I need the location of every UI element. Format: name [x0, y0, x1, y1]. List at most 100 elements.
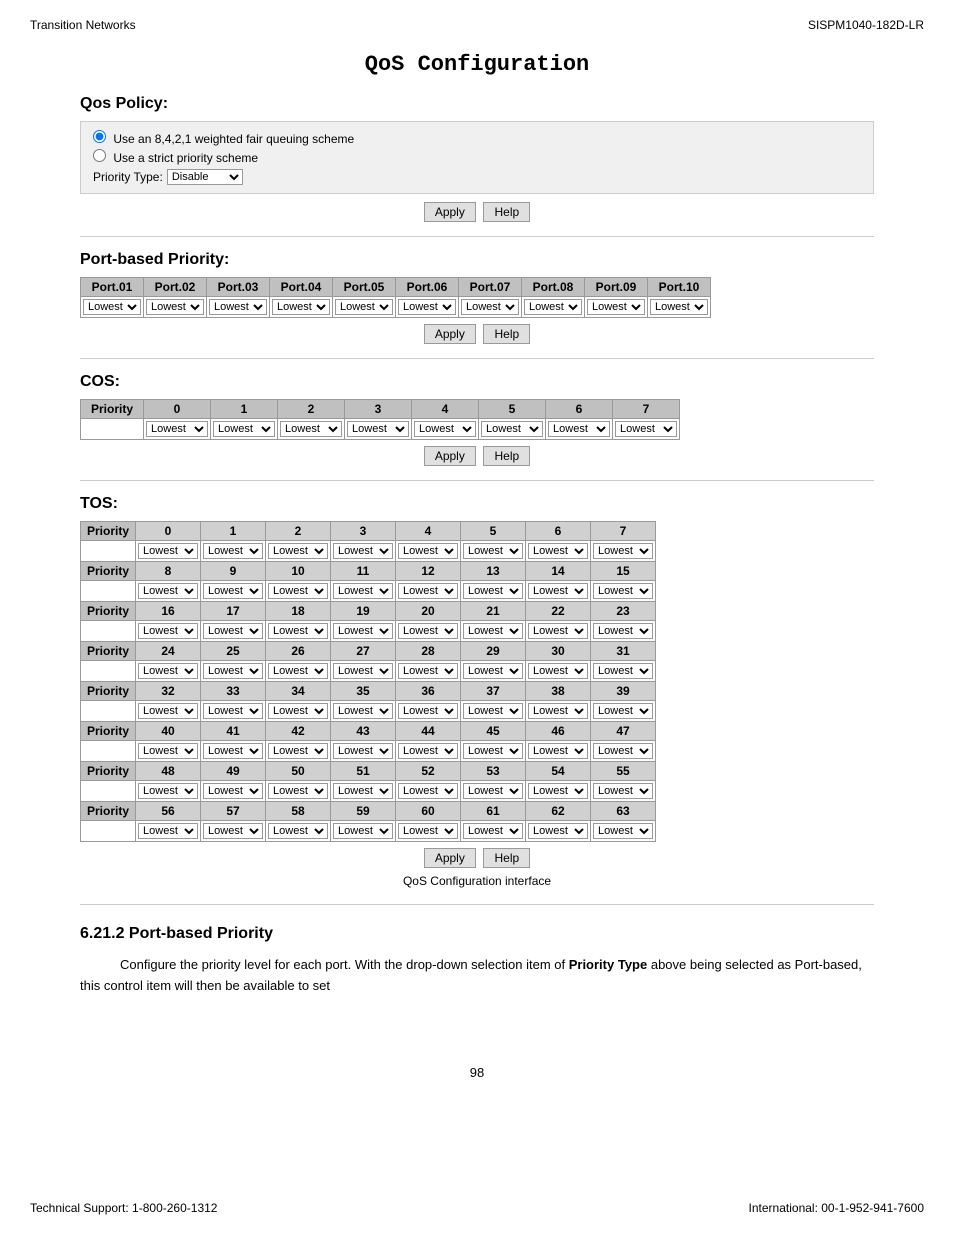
- tos-select-2-6[interactable]: LowestLowMediumHigh: [528, 623, 588, 639]
- tos-select-4-1[interactable]: LowestLowMediumHigh: [203, 703, 263, 719]
- tos-select-1-2[interactable]: LowestLowMediumHigh: [268, 583, 328, 599]
- port-06-select[interactable]: LowestLowMediumHigh: [398, 299, 456, 315]
- tos-select-3-5[interactable]: LowestLowMediumHigh: [463, 663, 523, 679]
- tos-select-0-2[interactable]: LowestLowMediumHigh: [268, 543, 328, 559]
- tos-select-6-0[interactable]: LowestLowMediumHigh: [138, 783, 198, 799]
- port-02-select[interactable]: LowestLowMediumHigh: [146, 299, 204, 315]
- tos-select-4-4[interactable]: LowestLowMediumHigh: [398, 703, 458, 719]
- tos-select-2-1[interactable]: LowestLowMediumHigh: [203, 623, 263, 639]
- tos-select-6-5[interactable]: LowestLowMediumHigh: [463, 783, 523, 799]
- cos-5-select[interactable]: LowestLowMediumHigh: [481, 421, 543, 437]
- tos-select-7-0[interactable]: LowestLowMediumHigh: [138, 823, 198, 839]
- section-622: 6.21.2 Port-based Priority Configure the…: [80, 925, 874, 997]
- qos-policy-help-button[interactable]: Help: [483, 202, 530, 222]
- tos-select-7-6[interactable]: LowestLowMediumHigh: [528, 823, 588, 839]
- cos-0-select[interactable]: LowestLowMediumHigh: [146, 421, 208, 437]
- tos-select-6-4[interactable]: LowestLowMediumHigh: [398, 783, 458, 799]
- cos-help-button[interactable]: Help: [483, 446, 530, 466]
- tos-select-5-6[interactable]: LowestLowMediumHigh: [528, 743, 588, 759]
- port-04-select[interactable]: LowestLowMediumHigh: [272, 299, 330, 315]
- tos-select-0-4[interactable]: LowestLowMediumHigh: [398, 543, 458, 559]
- tos-select-3-7[interactable]: LowestLowMediumHigh: [593, 663, 653, 679]
- tos-select-3-2[interactable]: LowestLowMediumHigh: [268, 663, 328, 679]
- tos-select-6-7[interactable]: LowestLowMediumHigh: [593, 783, 653, 799]
- tos-select-3-1[interactable]: LowestLowMediumHigh: [203, 663, 263, 679]
- tos-select-2-3[interactable]: LowestLowMediumHigh: [333, 623, 393, 639]
- cos-3-select[interactable]: LowestLowMediumHigh: [347, 421, 409, 437]
- tos-select-5-0[interactable]: LowestLowMediumHigh: [138, 743, 198, 759]
- priority-type-label: Priority Type:: [93, 170, 163, 184]
- cos-6-select[interactable]: LowestLowMediumHigh: [548, 421, 610, 437]
- tos-select-7-2[interactable]: LowestLowMediumHigh: [268, 823, 328, 839]
- tos-select-7-7[interactable]: LowestLowMediumHigh: [593, 823, 653, 839]
- tos-select-0-5[interactable]: LowestLowMediumHigh: [463, 543, 523, 559]
- tos-select-0-1[interactable]: LowestLowMediumHigh: [203, 543, 263, 559]
- port-priority-help-button[interactable]: Help: [483, 324, 530, 344]
- tos-select-0-3[interactable]: LowestLowMediumHigh: [333, 543, 393, 559]
- cos-7-select[interactable]: LowestLowMediumHigh: [615, 421, 677, 437]
- port-09-select[interactable]: LowestLowMediumHigh: [587, 299, 645, 315]
- tos-select-2-4[interactable]: LowestLowMediumHigh: [398, 623, 458, 639]
- tos-select-3-6[interactable]: LowestLowMediumHigh: [528, 663, 588, 679]
- qos-policy-apply-button[interactable]: Apply: [424, 202, 476, 222]
- tos-select-7-1[interactable]: LowestLowMediumHigh: [203, 823, 263, 839]
- tos-select-2-0[interactable]: LowestLowMediumHigh: [138, 623, 198, 639]
- priority-type-select[interactable]: Disable Port-based COS TOS: [167, 169, 243, 185]
- tos-select-0-0[interactable]: LowestLowMediumHigh: [138, 543, 198, 559]
- tos-select-1-3[interactable]: LowestLowMediumHigh: [333, 583, 393, 599]
- tos-apply-button[interactable]: Apply: [424, 848, 476, 868]
- port-07-select[interactable]: LowestLowMediumHigh: [461, 299, 519, 315]
- tos-select-5-5[interactable]: LowestLowMediumHigh: [463, 743, 523, 759]
- tos-select-5-1[interactable]: LowestLowMediumHigh: [203, 743, 263, 759]
- port-01-select[interactable]: LowestLowMediumHigh: [83, 299, 141, 315]
- policy-option2-radio[interactable]: [93, 149, 106, 162]
- tos-help-button[interactable]: Help: [483, 848, 530, 868]
- tos-select-7-5[interactable]: LowestLowMediumHigh: [463, 823, 523, 839]
- tos-select-1-5[interactable]: LowestLowMediumHigh: [463, 583, 523, 599]
- tos-select-1-6[interactable]: LowestLowMediumHigh: [528, 583, 588, 599]
- tos-priority-label-0: Priority: [81, 522, 136, 541]
- tos-select-6-6[interactable]: LowestLowMediumHigh: [528, 783, 588, 799]
- tos-select-5-4[interactable]: LowestLowMediumHigh: [398, 743, 458, 759]
- tos-select-6-1[interactable]: LowestLowMediumHigh: [203, 783, 263, 799]
- tos-select-4-6[interactable]: LowestLowMediumHigh: [528, 703, 588, 719]
- tos-select-7-3[interactable]: LowestLowMediumHigh: [333, 823, 393, 839]
- tos-select-3-3[interactable]: LowestLowMediumHigh: [333, 663, 393, 679]
- tos-select-0-7[interactable]: LowestLowMediumHigh: [593, 543, 653, 559]
- policy-option2-label[interactable]: Use a strict priority scheme: [93, 149, 861, 165]
- tos-select-4-7[interactable]: LowestLowMediumHigh: [593, 703, 653, 719]
- tos-select-2-7[interactable]: LowestLowMediumHigh: [593, 623, 653, 639]
- tos-select-4-0[interactable]: LowestLowMediumHigh: [138, 703, 198, 719]
- port-10-select[interactable]: LowestLowMediumHigh: [650, 299, 708, 315]
- cos-4-select[interactable]: LowestLowMediumHigh: [414, 421, 476, 437]
- tos-select-5-2[interactable]: LowestLowMediumHigh: [268, 743, 328, 759]
- tos-select-3-0[interactable]: LowestLowMediumHigh: [138, 663, 198, 679]
- tos-select-5-3[interactable]: LowestLowMediumHigh: [333, 743, 393, 759]
- tos-select-2-2[interactable]: LowestLowMediumHigh: [268, 623, 328, 639]
- cos-2-select[interactable]: LowestLowMediumHigh: [280, 421, 342, 437]
- policy-option1-radio[interactable]: [93, 130, 106, 143]
- tos-select-0-6[interactable]: LowestLowMediumHigh: [528, 543, 588, 559]
- tos-select-3-4[interactable]: LowestLowMediumHigh: [398, 663, 458, 679]
- tos-select-5-7[interactable]: LowestLowMediumHigh: [593, 743, 653, 759]
- policy-option1-label[interactable]: Use an 8,4,2,1 weighted fair queuing sch…: [93, 130, 861, 146]
- tos-select-4-2[interactable]: LowestLowMediumHigh: [268, 703, 328, 719]
- port-col-01: Port.01: [81, 278, 144, 297]
- tos-select-6-3[interactable]: LowestLowMediumHigh: [333, 783, 393, 799]
- tos-select-1-0[interactable]: LowestLowMediumHigh: [138, 583, 198, 599]
- port-08-select[interactable]: LowestLowMediumHigh: [524, 299, 582, 315]
- tos-select-7-4[interactable]: LowestLowMediumHigh: [398, 823, 458, 839]
- cos-1-select[interactable]: LowestLowMediumHigh: [213, 421, 275, 437]
- tos-select-1-1[interactable]: LowestLowMediumHigh: [203, 583, 263, 599]
- port-priority-apply-button[interactable]: Apply: [424, 324, 476, 344]
- tos-select-2-5[interactable]: LowestLowMediumHigh: [463, 623, 523, 639]
- tos-select-4-3[interactable]: LowestLowMediumHigh: [333, 703, 393, 719]
- port-05-select[interactable]: LowestLowMediumHigh: [335, 299, 393, 315]
- tos-select-6-2[interactable]: LowestLowMediumHigh: [268, 783, 328, 799]
- tos-select-1-4[interactable]: LowestLowMediumHigh: [398, 583, 458, 599]
- tos-select-1-7[interactable]: LowestLowMediumHigh: [593, 583, 653, 599]
- cos-apply-button[interactable]: Apply: [424, 446, 476, 466]
- cos-priority-header: Priority: [81, 400, 144, 419]
- tos-select-4-5[interactable]: LowestLowMediumHigh: [463, 703, 523, 719]
- port-03-select[interactable]: LowestLowMediumHigh: [209, 299, 267, 315]
